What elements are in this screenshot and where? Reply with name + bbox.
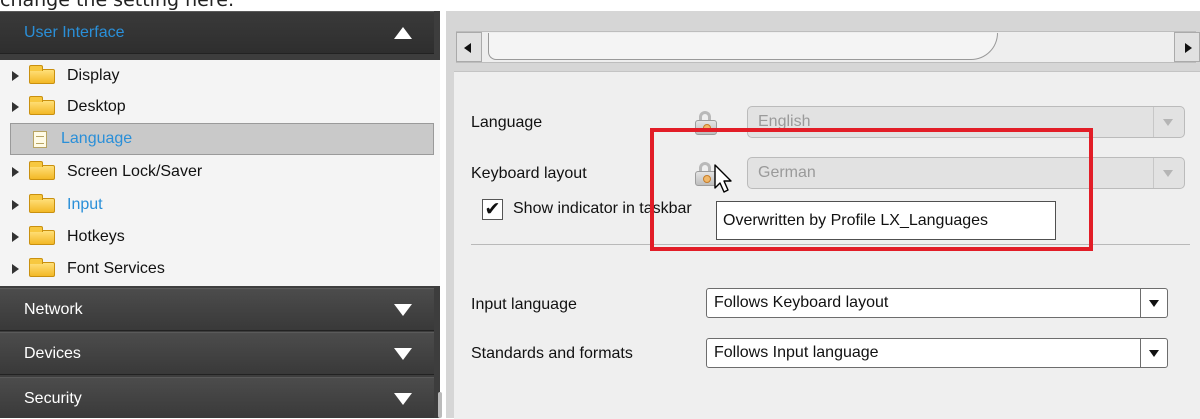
file-icon — [33, 130, 47, 148]
input-language-value: Follows Keyboard layout — [714, 294, 889, 311]
category-label: Network — [24, 300, 83, 318]
chevron-down-icon — [1153, 158, 1184, 188]
tree-item-input[interactable]: Input — [0, 189, 440, 221]
tree-item-label: Language — [61, 130, 133, 147]
language-label: Language — [471, 114, 543, 131]
folder-icon — [29, 64, 55, 84]
tree-item-label: Input — [67, 196, 103, 213]
tree-item-language[interactable]: Language — [10, 123, 434, 155]
instruction-caption: change the setting here: — [0, 0, 235, 11]
standards-formats-value: Follows Input language — [714, 344, 879, 361]
folder-icon — [29, 225, 55, 245]
sidebar: User Interface Display Desktop Language … — [0, 11, 440, 418]
scroll-thumb[interactable] — [488, 33, 998, 60]
settings-tree: Display Desktop Language Screen Lock/Sav… — [0, 60, 440, 286]
expand-arrow-icon[interactable] — [12, 71, 19, 81]
standards-formats-label: Standards and formats — [471, 345, 633, 362]
scroll-left-button[interactable] — [456, 32, 482, 62]
standards-formats-select[interactable]: Follows Input language — [706, 338, 1168, 368]
expand-arrow-icon[interactable] — [12, 200, 19, 210]
category-security[interactable]: Security — [0, 377, 434, 418]
tree-item-label: Hotkeys — [67, 228, 125, 245]
tree-item-label: Display — [67, 67, 120, 84]
input-language-label: Input language — [471, 296, 577, 313]
folder-icon — [29, 257, 55, 277]
folder-icon — [29, 160, 55, 180]
category-user-interface[interactable]: User Interface — [0, 11, 434, 54]
keyboard-layout-label: Keyboard layout — [471, 165, 587, 182]
expand-arrow-icon — [394, 303, 412, 316]
highlight-annotation-box — [650, 128, 1093, 251]
tree-item-font-services[interactable]: Font Services — [0, 253, 440, 285]
scroll-right-button[interactable] — [1174, 32, 1200, 62]
tree-item-display[interactable]: Display — [0, 60, 440, 92]
tree-item-hotkeys[interactable]: Hotkeys — [0, 221, 440, 253]
sidebar-scroll-grip[interactable] — [438, 392, 442, 418]
arrow-right-icon — [1185, 43, 1192, 53]
arrow-left-icon — [464, 43, 471, 53]
horizontal-scrollbar[interactable] — [456, 31, 1200, 63]
category-network[interactable]: Network — [0, 288, 434, 331]
expand-arrow-icon[interactable] — [12, 232, 19, 242]
input-language-select[interactable]: Follows Keyboard layout — [706, 288, 1168, 318]
expand-arrow-icon[interactable] — [12, 102, 19, 112]
show-indicator-checkbox[interactable]: ✔ — [482, 199, 503, 220]
category-devices[interactable]: Devices — [0, 332, 434, 375]
chevron-down-icon[interactable] — [1140, 289, 1167, 317]
tree-item-desktop[interactable]: Desktop — [0, 91, 440, 123]
tree-item-label: Screen Lock/Saver — [67, 163, 203, 180]
chevron-down-icon — [1153, 107, 1184, 137]
chevron-down-icon[interactable] — [1140, 339, 1167, 367]
category-label: User Interface — [24, 23, 125, 41]
expand-arrow-icon — [394, 392, 412, 405]
expand-arrow-icon[interactable] — [12, 264, 19, 274]
tree-item-label: Desktop — [67, 98, 126, 115]
category-label: Devices — [24, 344, 81, 362]
expand-arrow-icon[interactable] — [12, 167, 19, 177]
tree-item-screen-lock-saver[interactable]: Screen Lock/Saver — [0, 156, 440, 188]
folder-icon — [29, 95, 55, 115]
collapse-arrow-icon — [394, 26, 412, 39]
category-label: Security — [24, 389, 82, 407]
expand-arrow-icon — [394, 347, 412, 360]
folder-icon — [29, 193, 55, 213]
tree-item-label: Font Services — [67, 260, 165, 277]
